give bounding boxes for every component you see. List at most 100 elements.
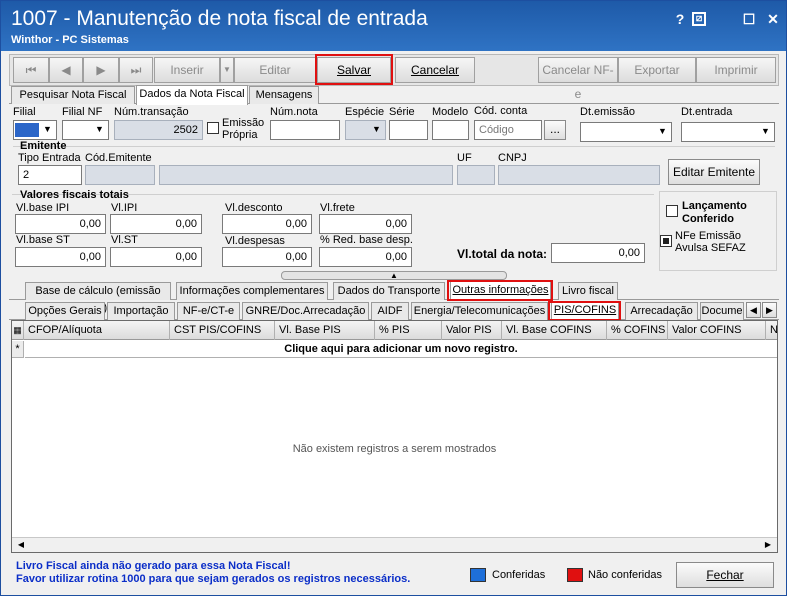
- new-row-indicator: *: [12, 341, 24, 358]
- red-base-desp-field[interactable]: 0,00: [319, 247, 412, 267]
- conferidas-label: Conferidas: [492, 569, 546, 581]
- col-overflow[interactable]: N: [766, 321, 777, 340]
- scroll-left-icon[interactable]: ◀: [14, 539, 28, 551]
- vl-st-field[interactable]: 0,00: [110, 247, 202, 267]
- vl-base-ipi-field[interactable]: 0,00: [15, 214, 106, 234]
- close-button[interactable]: ✕: [761, 9, 785, 29]
- especie-select[interactable]: ▼: [345, 120, 386, 140]
- tab-opcoes-gerais[interactable]: Opções Gerais: [25, 302, 105, 320]
- editar-button[interactable]: Editar: [234, 57, 316, 83]
- cod-emitente-field[interactable]: [85, 165, 155, 185]
- emissao-propria-checkbox[interactable]: [207, 122, 219, 134]
- nfe-avulsa-label-2: Avulsa SEFAZ: [675, 242, 746, 254]
- cancelar-label: Cancelar: [410, 63, 460, 77]
- horizontal-scrollbar[interactable]: ◀ ▶: [12, 537, 777, 552]
- dt-entrada-field[interactable]: ▼: [681, 122, 775, 142]
- dt-emissao-field[interactable]: ▼: [580, 122, 672, 142]
- tab-arrecadacao[interactable]: Arrecadação: [625, 302, 698, 320]
- num-nota-field[interactable]: [270, 120, 340, 140]
- tab-nfe-cte[interactable]: NF-e/CT-e: [177, 302, 240, 320]
- cnpj-field: [498, 165, 660, 185]
- tab-scroll-left-icon[interactable]: ◀: [746, 302, 761, 318]
- serie-label: Série: [389, 106, 415, 118]
- exportar-button[interactable]: Exportar: [618, 57, 696, 83]
- prev-record-button[interactable]: ◀: [49, 57, 83, 83]
- vl-despesas-field[interactable]: 0,00: [222, 247, 312, 267]
- red-base-desp-label: % Red. base desp.: [320, 234, 413, 246]
- filial-nf-select[interactable]: ▼: [62, 120, 109, 140]
- cod-conta-field[interactable]: Código: [474, 120, 542, 140]
- vl-ipi-field[interactable]: 0,00: [110, 214, 202, 234]
- inserir-dropdown-icon[interactable]: ▼: [220, 57, 234, 83]
- vl-desconto-field[interactable]: 0,00: [222, 214, 312, 234]
- vl-base-st-field[interactable]: 0,00: [15, 247, 106, 267]
- lancamento-conferido-checkbox[interactable]: [666, 205, 678, 217]
- editar-emitente-button[interactable]: Editar Emitente: [668, 159, 760, 185]
- col-valor-pis[interactable]: Valor PIS: [442, 321, 502, 340]
- fechar-button[interactable]: Fechar: [676, 562, 774, 588]
- cod-conta-label: Cód. conta: [474, 105, 528, 117]
- tab-dados-transporte[interactable]: Dados do Transporte: [333, 282, 445, 300]
- tab-gnre[interactable]: GNRE/Doc.Arrecadação: [242, 302, 369, 320]
- col-pct-cofins[interactable]: % COFINS: [607, 321, 668, 340]
- tab-scroll-right-icon[interactable]: ▶: [762, 302, 777, 318]
- tab-energia[interactable]: Energia/Telecomunicações: [411, 302, 548, 320]
- col-cst[interactable]: CST PIS/COFINS: [170, 321, 275, 340]
- title-bar: 1007 - Manutenção de nota fiscal de entr…: [1, 1, 786, 51]
- pis-cofins-grid[interactable]: ▦ CFOP/Alíquota CST PIS/COFINS Vl. Base …: [11, 320, 778, 553]
- vl-frete-field[interactable]: 0,00: [319, 214, 412, 234]
- scroll-right-icon[interactable]: ▶: [761, 539, 775, 551]
- col-vl-base-pis[interactable]: Vl. Base PIS: [275, 321, 375, 340]
- fechar-label: Fechar: [706, 568, 744, 582]
- pis-cofins-highlight: [548, 301, 621, 321]
- window-title: 1007 - Manutenção de nota fiscal de entr…: [11, 7, 428, 30]
- cod-conta-lookup-button[interactable]: ...: [544, 120, 566, 140]
- restore-icon[interactable]: ⧄: [692, 12, 706, 26]
- col-valor-cofins[interactable]: Valor COFINS: [668, 321, 766, 340]
- nfe-avulsa-checkbox[interactable]: [660, 235, 672, 247]
- cancelar-nfe-button[interactable]: Cancelar NF-e: [538, 57, 618, 101]
- splitter-handle[interactable]: ▲: [281, 271, 507, 280]
- tab-documentos[interactable]: Docume: [700, 302, 744, 320]
- emissao-propria-label-1: Emissão: [222, 117, 265, 129]
- imprimir-button[interactable]: Imprimir: [696, 57, 776, 83]
- grid-header: ▦ CFOP/Alíquota CST PIS/COFINS Vl. Base …: [12, 321, 777, 340]
- tab-pesquisar[interactable]: Pesquisar Nota Fiscal: [11, 86, 135, 104]
- vl-total-field[interactable]: 0,00: [551, 243, 645, 263]
- help-button[interactable]: ?: [668, 9, 692, 29]
- tab-importacao[interactable]: Importação: [107, 302, 175, 320]
- first-record-button[interactable]: ⏮: [13, 57, 49, 83]
- modelo-field[interactable]: [432, 120, 469, 140]
- filial-select[interactable]: ▼: [13, 120, 57, 140]
- serie-field[interactable]: [389, 120, 428, 140]
- cancelar-button[interactable]: Cancelar: [395, 57, 475, 83]
- tab-livro-fiscal[interactable]: Livro fiscal: [558, 282, 618, 300]
- filial-selected-value: [15, 123, 39, 137]
- cod-emitente-label: Cód.Emitente: [85, 152, 152, 164]
- main-window: 1007 - Manutenção de nota fiscal de entr…: [0, 0, 787, 596]
- num-transacao-field[interactable]: 2502: [114, 120, 203, 140]
- window-subtitle: Winthor - PC Sistemas: [11, 34, 129, 46]
- tab-info-complementares[interactable]: Informações complementares: [176, 282, 328, 300]
- cnpj-label: CNPJ: [498, 152, 527, 164]
- num-nota-label: Núm.nota: [270, 106, 318, 118]
- tab-dados-nota[interactable]: Dados da Nota Fiscal: [136, 85, 248, 105]
- maximize-icon[interactable]: ☐: [737, 9, 761, 29]
- tab-base-calculo[interactable]: Base de cálculo (emissão NF): [25, 282, 171, 314]
- chevron-down-icon: ▼: [372, 124, 381, 134]
- emitente-nome-field: [159, 165, 453, 185]
- inserir-button[interactable]: Inserir: [154, 57, 220, 83]
- col-pct-pis[interactable]: % PIS: [375, 321, 442, 340]
- add-new-row[interactable]: Clique aqui para adicionar um novo regis…: [25, 341, 777, 358]
- next-record-button[interactable]: ▶: [83, 57, 119, 83]
- last-record-button[interactable]: ⏭: [119, 57, 153, 83]
- tab-aidf[interactable]: AIDF: [371, 302, 409, 320]
- tipo-entrada-field[interactable]: 2: [18, 165, 82, 185]
- tab-mensagens[interactable]: Mensagens: [249, 86, 319, 104]
- vl-frete-label: Vl.frete: [320, 202, 355, 214]
- tipo-entrada-label: Tipo Entrada: [18, 152, 81, 164]
- col-cfop[interactable]: CFOP/Alíquota: [24, 321, 170, 340]
- vl-base-st-label: Vl.base ST: [16, 234, 70, 246]
- col-vl-base-cofins[interactable]: Vl. Base COFINS: [502, 321, 607, 340]
- emitente-group-label: Emitente: [20, 140, 67, 152]
